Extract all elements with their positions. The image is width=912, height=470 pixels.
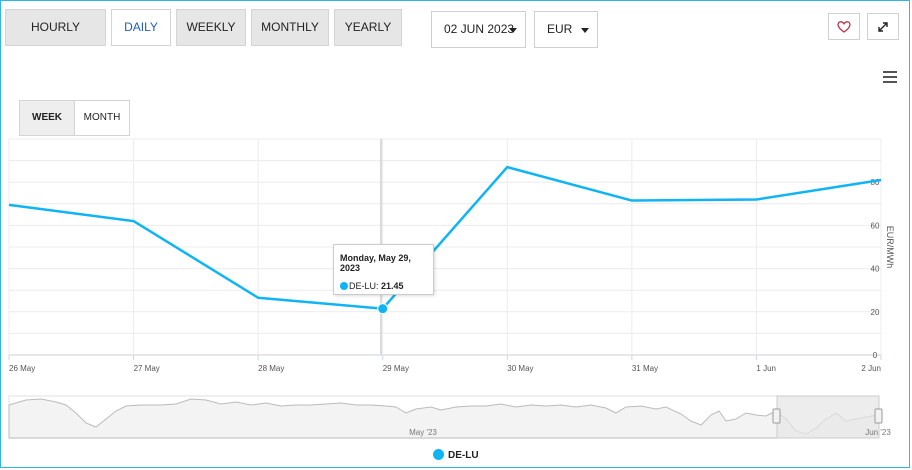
tooltip-series-name: DE-LU: (349, 281, 382, 291)
y-tick-label: 40 (871, 265, 880, 274)
y-axis-title: EUR/MWh (885, 226, 895, 269)
x-tick-label: 30 May (507, 364, 533, 373)
navigator-label-jun: Jun '23 (865, 428, 891, 437)
x-axis-labels: 26 May 27 May 28 May 29 May 30 May 31 May 1 Ju… (9, 364, 881, 373)
y-tick-label: 60 (871, 221, 880, 230)
navigator-selection[interactable] (776, 395, 880, 439)
navigator-handle-left[interactable] (772, 408, 781, 424)
y-tick-label: 20 (871, 308, 880, 317)
data-point-highlighted[interactable] (377, 303, 389, 315)
navigator[interactable]: May '23 Jun '23 (8, 395, 891, 439)
y-axis-labels: 020406080 (871, 178, 880, 360)
y-tick-label: 0 (873, 351, 878, 360)
chart-tooltip: Monday, May 29, 2023 DE-LU: 21.45 (333, 244, 434, 295)
series-dot-icon (340, 282, 348, 290)
grid-lines (8, 138, 882, 360)
chart-panel: HOURLY DAILY WEEKLY MONTHLY YEARLY 02 JU… (0, 0, 910, 468)
legend-dot-icon (433, 449, 444, 460)
navigator-label-may: May '23 (409, 428, 437, 437)
legend-label: DE-LU (448, 450, 479, 461)
x-tick-label: 1 Jun (756, 364, 776, 373)
navigator-handle-right[interactable] (874, 408, 883, 424)
tooltip-title: Monday, May 29, 2023 (340, 253, 411, 273)
x-tick-label: 2 Jun (861, 364, 881, 373)
tooltip-row: DE-LU: 21.45 (340, 281, 433, 291)
x-tick-label: 27 May (134, 364, 160, 373)
data-points (377, 303, 389, 315)
line-chart: 26 May 27 May 28 May 29 May 30 May 31 May 1 Ju… (8, 138, 895, 439)
legend-item-de-lu[interactable]: DE-LU (433, 449, 479, 461)
series-line-de-lu (8, 165, 882, 310)
x-tick-label: 26 May (9, 364, 35, 373)
x-tick-label: 28 May (258, 364, 284, 373)
x-tick-label: 31 May (632, 364, 658, 373)
x-tick-label: 29 May (383, 364, 409, 373)
tooltip-value: 21.45 (381, 281, 404, 291)
